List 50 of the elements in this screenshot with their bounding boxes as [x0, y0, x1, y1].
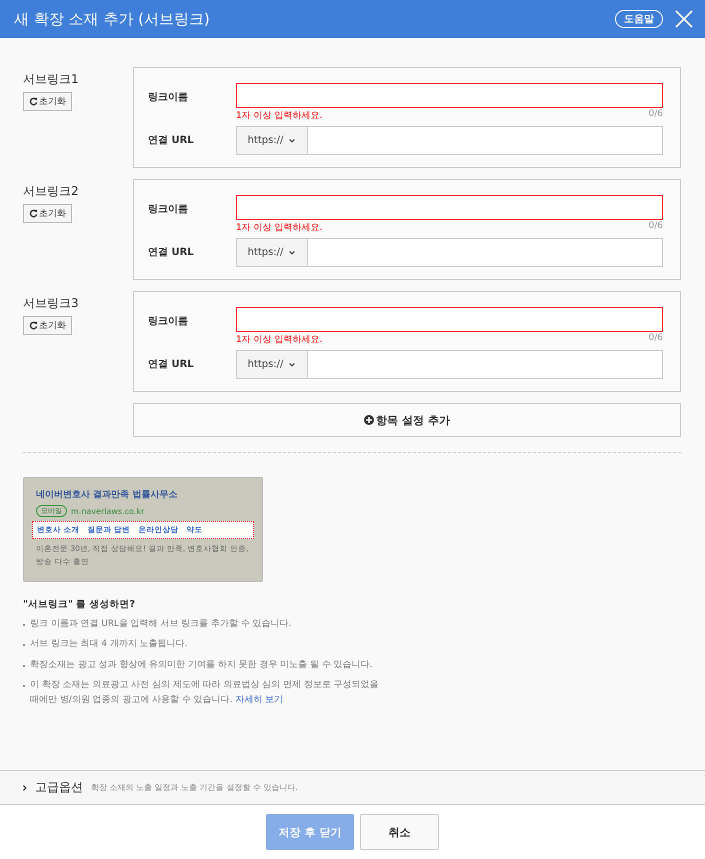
- link-name-input[interactable]: [236, 195, 663, 220]
- info-heading: "서브링크" 를 생성하면?: [23, 598, 136, 610]
- help-button[interactable]: 도움말: [615, 10, 663, 28]
- link-name-label: 링크이름: [148, 203, 189, 217]
- cancel-button[interactable]: 취소: [360, 814, 439, 850]
- character-counter: 0/6: [648, 109, 663, 121]
- link-name-input[interactable]: [236, 307, 663, 332]
- details-link[interactable]: 자세히 보기: [235, 694, 284, 704]
- window-title: 새 확장 소재 추가 (서브링크): [14, 10, 211, 28]
- add-item-button[interactable]: 항목 설정 추가: [133, 403, 681, 437]
- advanced-options-toggle[interactable]: 고급옵션: [21, 779, 83, 796]
- refresh-icon: [29, 97, 38, 106]
- advanced-options-description: 확장 소재의 노출 일정과 노출 기간을 설정할 수 있습니다.: [91, 782, 298, 793]
- sublink-label: 서브링크3: [23, 295, 79, 312]
- protocol-dropdown[interactable]: https://: [236, 126, 308, 155]
- close-icon[interactable]: [675, 10, 693, 28]
- info-text: 링크 이름과 연결 URL을 입력해 서브 링크를 추가할 수 있습니다.: [30, 618, 292, 630]
- link-name-input[interactable]: [236, 83, 663, 108]
- error-message: 1자 이상 입력하세요.: [236, 334, 322, 346]
- reset-button[interactable]: 초기화: [23, 204, 72, 223]
- url-input[interactable]: [308, 238, 663, 267]
- sublink-label: 서브링크2: [23, 183, 79, 200]
- caret-icon: [288, 248, 296, 256]
- protocol-dropdown[interactable]: https://: [236, 238, 308, 267]
- url-label: 연결 URL: [148, 358, 195, 372]
- preview-title: 네이버변호사 결과만족 법률사무소: [36, 489, 178, 501]
- url-input[interactable]: [308, 350, 663, 379]
- error-message: 1자 이상 입력하세요.: [236, 222, 322, 234]
- refresh-icon: [29, 209, 38, 218]
- info-text: 확장소재는 광고 성과 향상에 유의미한 기여를 하지 못한 경우 미노출 될 수 있습니다.: [30, 658, 372, 672]
- info-text: 이 확장 소재는 의료광고 사전 심의 제도에 따라 의료법상 심의 면제 정보로 구성되었을 때에만 병/의원 업종의 광고에 사용할 수 있습니다. 자세히 보기: [30, 679, 380, 706]
- chevron-icon: [21, 784, 29, 792]
- reset-button[interactable]: 초기화: [23, 316, 72, 335]
- reset-button[interactable]: 초기화: [23, 92, 72, 111]
- character-counter: 0/6: [648, 333, 663, 345]
- url-input[interactable]: [308, 126, 663, 155]
- protocol-dropdown[interactable]: https://: [236, 350, 308, 379]
- url-label: 연결 URL: [148, 246, 195, 260]
- url-label: 연결 URL: [148, 134, 195, 148]
- sublink-label: 서브링크1: [23, 71, 79, 88]
- caret-icon: [288, 360, 296, 368]
- info-text: 서브 링크는 최대 4 개까지 노출됩니다.: [30, 638, 188, 651]
- link-name-label: 링크이름: [148, 91, 189, 105]
- refresh-icon: [29, 321, 38, 330]
- character-counter: 0/6: [648, 221, 663, 233]
- link-name-label: 링크이름: [148, 315, 189, 329]
- caret-icon: [288, 136, 296, 144]
- preview-url: m.naverlaws.co.kr: [71, 506, 144, 516]
- plus-circle-icon: [364, 415, 374, 425]
- error-message: 1자 이상 입력하세요.: [236, 110, 322, 122]
